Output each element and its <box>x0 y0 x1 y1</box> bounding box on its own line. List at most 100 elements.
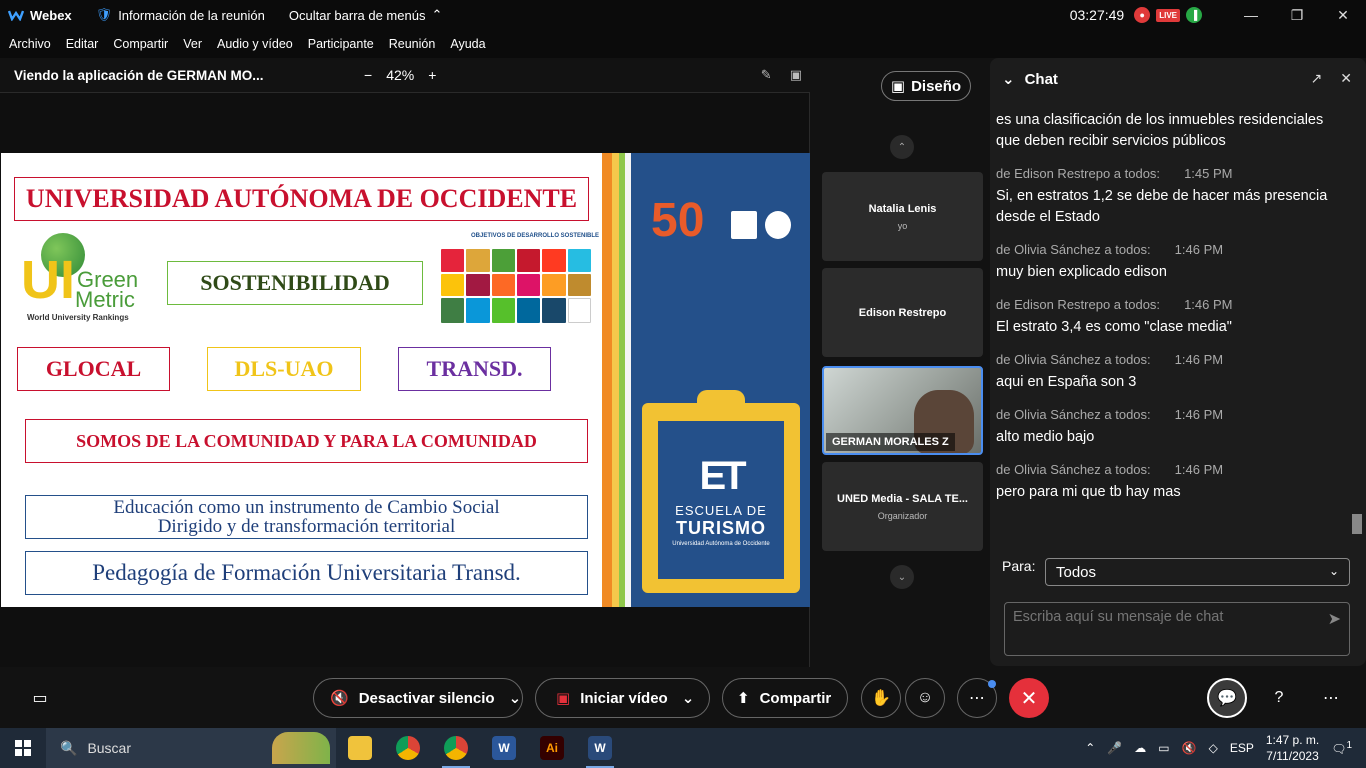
minimize-button[interactable]: — <box>1228 0 1274 30</box>
scroll-up-button[interactable]: ⌃ <box>890 135 914 159</box>
scroll-down-button[interactable]: ⌄ <box>890 565 914 589</box>
participant-video-tile[interactable]: GERMAN MORALES Z <box>822 366 983 455</box>
network-icon[interactable]: ◇ <box>1209 741 1218 755</box>
meeting-info-button[interactable]: 🛡 Información de la reunión <box>96 7 265 23</box>
fifty-years-logo: 50 <box>651 194 705 247</box>
language-indicator[interactable]: ESP <box>1230 741 1254 755</box>
shared-slide: UNIVERSIDAD AUTÓNOMA DE OCCIDENTE UI Gre… <box>1 153 810 607</box>
notifications-icon[interactable]: 🗨1 <box>1331 740 1352 756</box>
chat-message: de Olivia Sánchez a todos: 1:46 PM aqui e… <box>996 349 1346 393</box>
layout-button[interactable]: ▣ Diseño <box>881 71 971 101</box>
volume-icon[interactable]: 🔇 <box>1182 741 1197 755</box>
greenmetric-sub: World University Rankings <box>27 313 129 322</box>
close-window-button[interactable]: ✕ <box>1320 0 1366 30</box>
message-text: es una clasificación de los inmuebles re… <box>996 112 1324 149</box>
notification-dot <box>988 680 996 688</box>
panel-options-button[interactable]: ⋯ <box>1311 678 1351 718</box>
microphone-icon[interactable]: 🎤 <box>1107 741 1122 755</box>
layout-label: Diseño <box>911 77 962 95</box>
taskbar-date: 7/11/2023 <box>1266 749 1319 763</box>
participant-tile[interactable]: UNED Media - SALA TE... Organizador <box>822 462 983 551</box>
message-time: 1:46 PM <box>1174 407 1224 422</box>
slide-sostenibilidad: SOSTENIBILIDAD <box>167 261 423 305</box>
chat-input[interactable] <box>1013 609 1313 649</box>
menu-editar[interactable]: Editar <box>66 37 99 51</box>
message-sender: de Olivia Sánchez a todos: <box>996 407 1151 422</box>
chevron-down-icon[interactable]: ⌄ <box>682 689 695 707</box>
remote-control-icon[interactable]: ▣ <box>790 67 802 83</box>
help-button[interactable]: ? <box>1259 678 1299 718</box>
recipient-select[interactable]: Todos ⌄ <box>1045 558 1350 586</box>
participant-tile[interactable]: Edison Restrepo <box>822 268 983 357</box>
chevron-up-icon[interactable]: ⌃ <box>1085 741 1095 755</box>
chevron-down-icon[interactable]: ⌄ <box>1002 70 1015 88</box>
chat-header[interactable]: ⌄ Chat <box>1002 70 1058 89</box>
zoom-in-button[interactable]: + <box>428 67 436 83</box>
chrome-profile-app[interactable] <box>432 728 480 768</box>
taskbar-search[interactable]: 🔍 Buscar <box>46 728 336 768</box>
menu-audio-video[interactable]: Audio y vídeo <box>217 37 293 51</box>
raise-hand-button[interactable]: ✋ <box>861 678 901 718</box>
comunidad-text: SOMOS DE LA COMUNIDAD Y PARA LA COMUNIDA… <box>76 430 537 451</box>
message-sender: de Olivia Sánchez a todos: <box>996 462 1151 477</box>
start-video-button[interactable]: ▣ Iniciar vídeo ⌄ <box>535 678 710 718</box>
illustrator-app[interactable]: Ai <box>528 728 576 768</box>
share-icon: ⬆ <box>737 690 750 707</box>
search-label: Buscar <box>87 740 132 756</box>
slide-glocal: GLOCAL <box>17 347 170 391</box>
hide-menu-label: Ocultar barra de menús <box>288 7 426 23</box>
zoom-control: − 42% + <box>364 67 436 83</box>
send-icon[interactable]: ➤ <box>1328 609 1341 629</box>
word-icon: W <box>492 736 516 760</box>
menu-reunion[interactable]: Reunión <box>389 37 436 51</box>
unmute-button[interactable]: 🔇 Desactivar silencio ⌄ <box>313 678 523 718</box>
menu-ver[interactable]: Ver <box>183 37 202 51</box>
cloud-icon[interactable]: ☁ <box>1134 741 1146 755</box>
close-icon[interactable]: ✕ <box>1340 70 1352 87</box>
chat-message: de Olivia Sánchez a todos: 1:46 PM muy bi… <box>996 239 1346 283</box>
ods-title: OBJETIVOS DE DESARROLLO SOSTENIBLE <box>471 233 600 239</box>
webex-app[interactable]: W <box>576 728 624 768</box>
notifications-count: 1 <box>1346 740 1352 751</box>
message-time: 1:46 PM <box>1184 297 1233 312</box>
restore-button[interactable]: ❐ <box>1274 0 1320 30</box>
message-text: alto medio bajo <box>996 429 1095 445</box>
pedagogia-text: Pedagogía de Formación Universitaria Tra… <box>92 560 521 585</box>
share-button[interactable]: ⬆ Compartir <box>722 678 848 718</box>
popout-icon[interactable]: ↗ <box>1311 70 1323 87</box>
system-tray: ⌃ 🎤 ☁ ▭ 🔇 ◇ ESP 1:47 p. m. 7/11/2023 🗨1 <box>1085 728 1366 768</box>
participant-tile[interactable]: Natalia Lenis yo <box>822 172 983 261</box>
message-sender: de Olivia Sánchez a todos: <box>996 242 1151 257</box>
battery-icon[interactable]: ▭ <box>1158 741 1169 755</box>
annotate-icon[interactable]: ✎ <box>761 67 772 83</box>
chrome-app[interactable] <box>384 728 432 768</box>
word-app[interactable]: W <box>480 728 528 768</box>
hide-menu-button[interactable]: Ocultar barra de menús ⌃ <box>289 7 442 23</box>
menu-compartir[interactable]: Compartir <box>113 37 168 51</box>
chat-message: de Edison Restrepo a todos: 1:46 PM El es… <box>996 294 1346 338</box>
leave-meeting-button[interactable]: ✕ <box>1009 678 1049 718</box>
chat-scrollbar[interactable] <box>1352 110 1362 550</box>
zoom-out-button[interactable]: − <box>364 67 372 83</box>
start-button[interactable] <box>0 728 46 768</box>
file-explorer-app[interactable] <box>336 728 384 768</box>
message-text: Si, en estratos 1,2 se debe de hacer más… <box>996 188 1328 225</box>
turismo-text: TURISMO <box>676 517 766 538</box>
menu-ayuda[interactable]: Ayuda <box>450 37 485 51</box>
menu-participante[interactable]: Participante <box>308 37 374 51</box>
reactions-button[interactable]: ☺ <box>905 678 945 718</box>
webex-logo: Webex <box>8 8 72 23</box>
statistics-icon[interactable]: ▐ <box>1186 7 1202 23</box>
message-text: pero para mi que tb hay mas <box>996 484 1181 500</box>
chevron-down-icon[interactable]: ⌄ <box>509 689 522 707</box>
escuela-turismo-logo: ET ESCUELA DE TURISMO Universidad Autóno… <box>658 421 784 579</box>
video-off-icon: ▣ <box>556 690 571 707</box>
slide-educacion: Educación como un instrumento de Cambio … <box>25 495 588 539</box>
taskbar-clock[interactable]: 1:47 p. m. 7/11/2023 <box>1266 732 1319 764</box>
chat-toggle-button[interactable]: 💬 <box>1207 678 1247 718</box>
message-time: 1:46 PM <box>1174 242 1224 257</box>
menu-archivo[interactable]: Archivo <box>9 37 51 51</box>
educacion-line-2: Dirigido y de transformación territorial <box>157 516 456 537</box>
captions-button[interactable]: ▭ <box>20 678 60 718</box>
chat-message: de Olivia Sánchez a todos: 1:46 PM alto m… <box>996 404 1346 448</box>
